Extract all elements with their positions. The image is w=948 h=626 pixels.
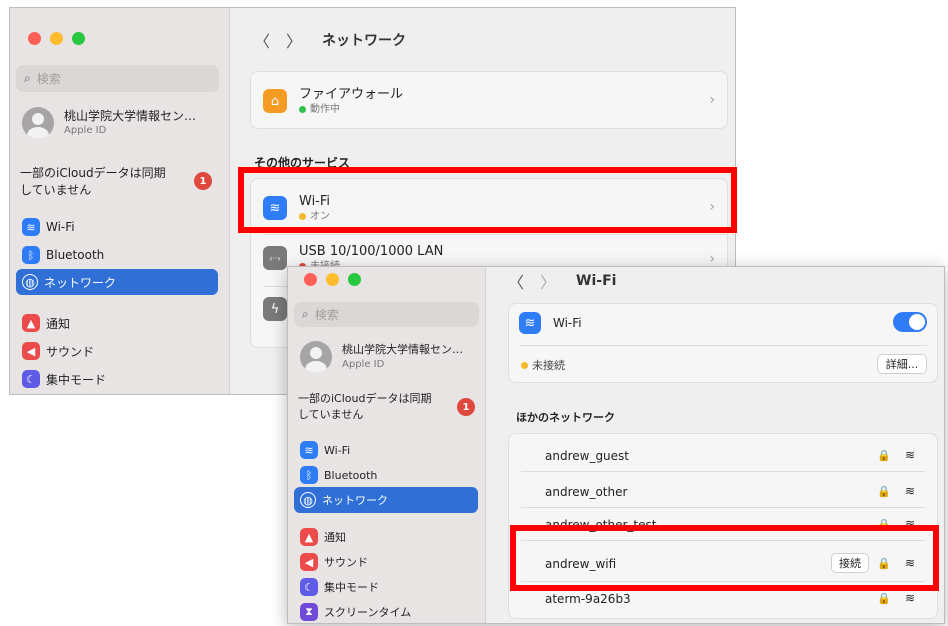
sidebar-item-sound[interactable]: ◀ サウンド	[16, 338, 218, 364]
profile-sub: Apple ID	[64, 125, 107, 136]
status-dot	[299, 106, 306, 113]
minimize-button[interactable]	[50, 32, 63, 45]
globe-icon: ◍	[22, 274, 38, 290]
moon-icon: ☾	[22, 370, 40, 388]
thunderbolt-row[interactable]: ϟ	[263, 297, 287, 321]
profile-sub: Apple ID	[342, 359, 385, 370]
back-button[interactable]: 〈	[254, 28, 270, 52]
wifi-label: Wi-Fi	[553, 315, 582, 330]
sidebar-item-screen-time[interactable]: ⧗ スクリーンタイム	[294, 599, 478, 623]
forward-button[interactable]: 〉	[540, 269, 556, 293]
globe-icon: ◍	[300, 492, 316, 508]
sidebar-item-focus[interactable]: ☾ 集中モード	[294, 574, 478, 600]
toggle-knob	[909, 314, 925, 330]
firewall-row[interactable]: ⌂ ファイアウォール 動作中 ›	[250, 71, 728, 129]
lock-icon: 🔒	[877, 592, 891, 605]
zoom-button[interactable]	[72, 32, 85, 45]
sidebar-item-bluetooth[interactable]: ᛒ Bluetooth	[16, 242, 218, 268]
profile-name: 桃山学院大学情報セン…	[342, 343, 463, 356]
search-icon: ⌕	[302, 307, 309, 321]
highlight-wifi-service	[238, 167, 737, 233]
network-name[interactable]: andrew_other	[545, 485, 627, 499]
firewall-title: ファイアウォール	[299, 87, 404, 102]
details-button[interactable]: 詳細...	[877, 354, 927, 374]
wifi-signal-icon: ≋	[904, 448, 915, 462]
page-title: ネットワーク	[322, 33, 407, 49]
sidebar-item-network[interactable]: ◍ ネットワーク	[294, 487, 478, 513]
wifi-icon: ≋	[519, 312, 541, 334]
sidebar-item-notifications[interactable]: ▲ 通知	[294, 524, 478, 550]
close-button[interactable]	[28, 32, 41, 45]
chevron-right-icon: ›	[709, 92, 715, 108]
sidebar-item-network[interactable]: ◍ ネットワーク	[16, 269, 218, 295]
avatar	[22, 107, 54, 139]
lock-icon: 🔒	[877, 449, 891, 462]
sidebar-item-notifications[interactable]: ▲ 通知	[16, 310, 218, 336]
firewall-status: 動作中	[310, 104, 340, 115]
notification-badge: 1	[457, 398, 475, 416]
divider	[519, 345, 927, 346]
bell-icon: ▲	[300, 528, 318, 546]
thunderbolt-icon: ϟ	[263, 297, 287, 321]
apple-id-profile[interactable]: 桃山学院大学情報セン… Apple ID	[300, 341, 463, 373]
window-controls	[304, 273, 361, 286]
sidebar-item-focus[interactable]: ☾ 集中モード	[16, 366, 218, 392]
apple-id-profile[interactable]: 桃山学院大学情報セン… Apple ID	[22, 107, 196, 139]
forward-button[interactable]: 〉	[286, 28, 302, 52]
bluetooth-icon: ᛒ	[300, 466, 318, 484]
status-dot	[521, 361, 528, 369]
section-other-networks: ほかのネットワーク	[516, 411, 615, 424]
divider	[521, 471, 925, 472]
hourglass-icon: ⧗	[300, 603, 318, 621]
wifi-toggle[interactable]	[893, 312, 927, 332]
zoom-button[interactable]	[348, 273, 361, 286]
network-name[interactable]: andrew_guest	[545, 449, 629, 463]
moon-icon: ☾	[300, 578, 318, 596]
window-controls	[28, 32, 85, 45]
search-icon: ⌕	[24, 71, 31, 85]
sidebar-item-wifi[interactable]: ≋ Wi-Fi	[294, 437, 478, 463]
sidebar: ⌕ 検索 桃山学院大学情報セン… Apple ID 一部のiCloudデータは同…	[288, 267, 486, 623]
bluetooth-icon: ᛒ	[22, 246, 40, 264]
icloud-sync-notice[interactable]: 一部のiCloudデータは同期 していません	[20, 165, 166, 199]
divider	[263, 234, 727, 235]
sidebar-item-wifi[interactable]: ≋ Wi-Fi	[16, 214, 218, 240]
avatar	[300, 341, 332, 373]
sidebar-item-sound[interactable]: ◀ サウンド	[294, 549, 478, 575]
lock-icon: 🔒	[877, 485, 891, 498]
ethernet-icon: ‹··›	[263, 246, 287, 270]
wifi-main-card: ≋ Wi-Fi 未接続 詳細...	[508, 303, 938, 383]
bell-icon: ▲	[22, 314, 40, 332]
wifi-icon: ≋	[300, 441, 318, 459]
minimize-button[interactable]	[326, 273, 339, 286]
notification-badge: 1	[194, 172, 212, 190]
page-title: Wi-Fi	[576, 273, 617, 289]
wifi-status: 未接続	[532, 359, 565, 372]
close-button[interactable]	[304, 273, 317, 286]
toolbar: 〈 〉 ネットワーク	[254, 28, 406, 52]
icloud-sync-notice[interactable]: 一部のiCloudデータは同期 していません	[298, 391, 431, 423]
search-input[interactable]: ⌕ 検索	[294, 302, 479, 327]
speaker-icon: ◀	[22, 342, 40, 360]
wifi-signal-icon: ≋	[904, 484, 915, 498]
network-name[interactable]: aterm-9a26b3	[545, 592, 631, 606]
sidebar: ⌕ 検索 桃山学院大学情報セン… Apple ID 一部のiCloudデータは同…	[10, 8, 230, 394]
back-button[interactable]: 〈	[508, 269, 524, 293]
profile-name: 桃山学院大学情報セン…	[64, 109, 197, 123]
chevron-right-icon: ›	[709, 251, 715, 267]
usb-lan-title: USB 10/100/1000 LAN	[299, 244, 444, 259]
toolbar: 〈 〉 Wi-Fi	[508, 269, 616, 293]
firewall-icon: ⌂	[263, 89, 287, 113]
highlight-andrew-wifi	[510, 525, 939, 591]
sidebar-item-bluetooth[interactable]: ᛒ Bluetooth	[294, 462, 478, 488]
search-input[interactable]: ⌕ 検索	[16, 65, 219, 92]
divider	[521, 507, 925, 508]
wifi-icon: ≋	[22, 218, 40, 236]
wifi-signal-icon: ≋	[904, 591, 915, 605]
speaker-icon: ◀	[300, 553, 318, 571]
